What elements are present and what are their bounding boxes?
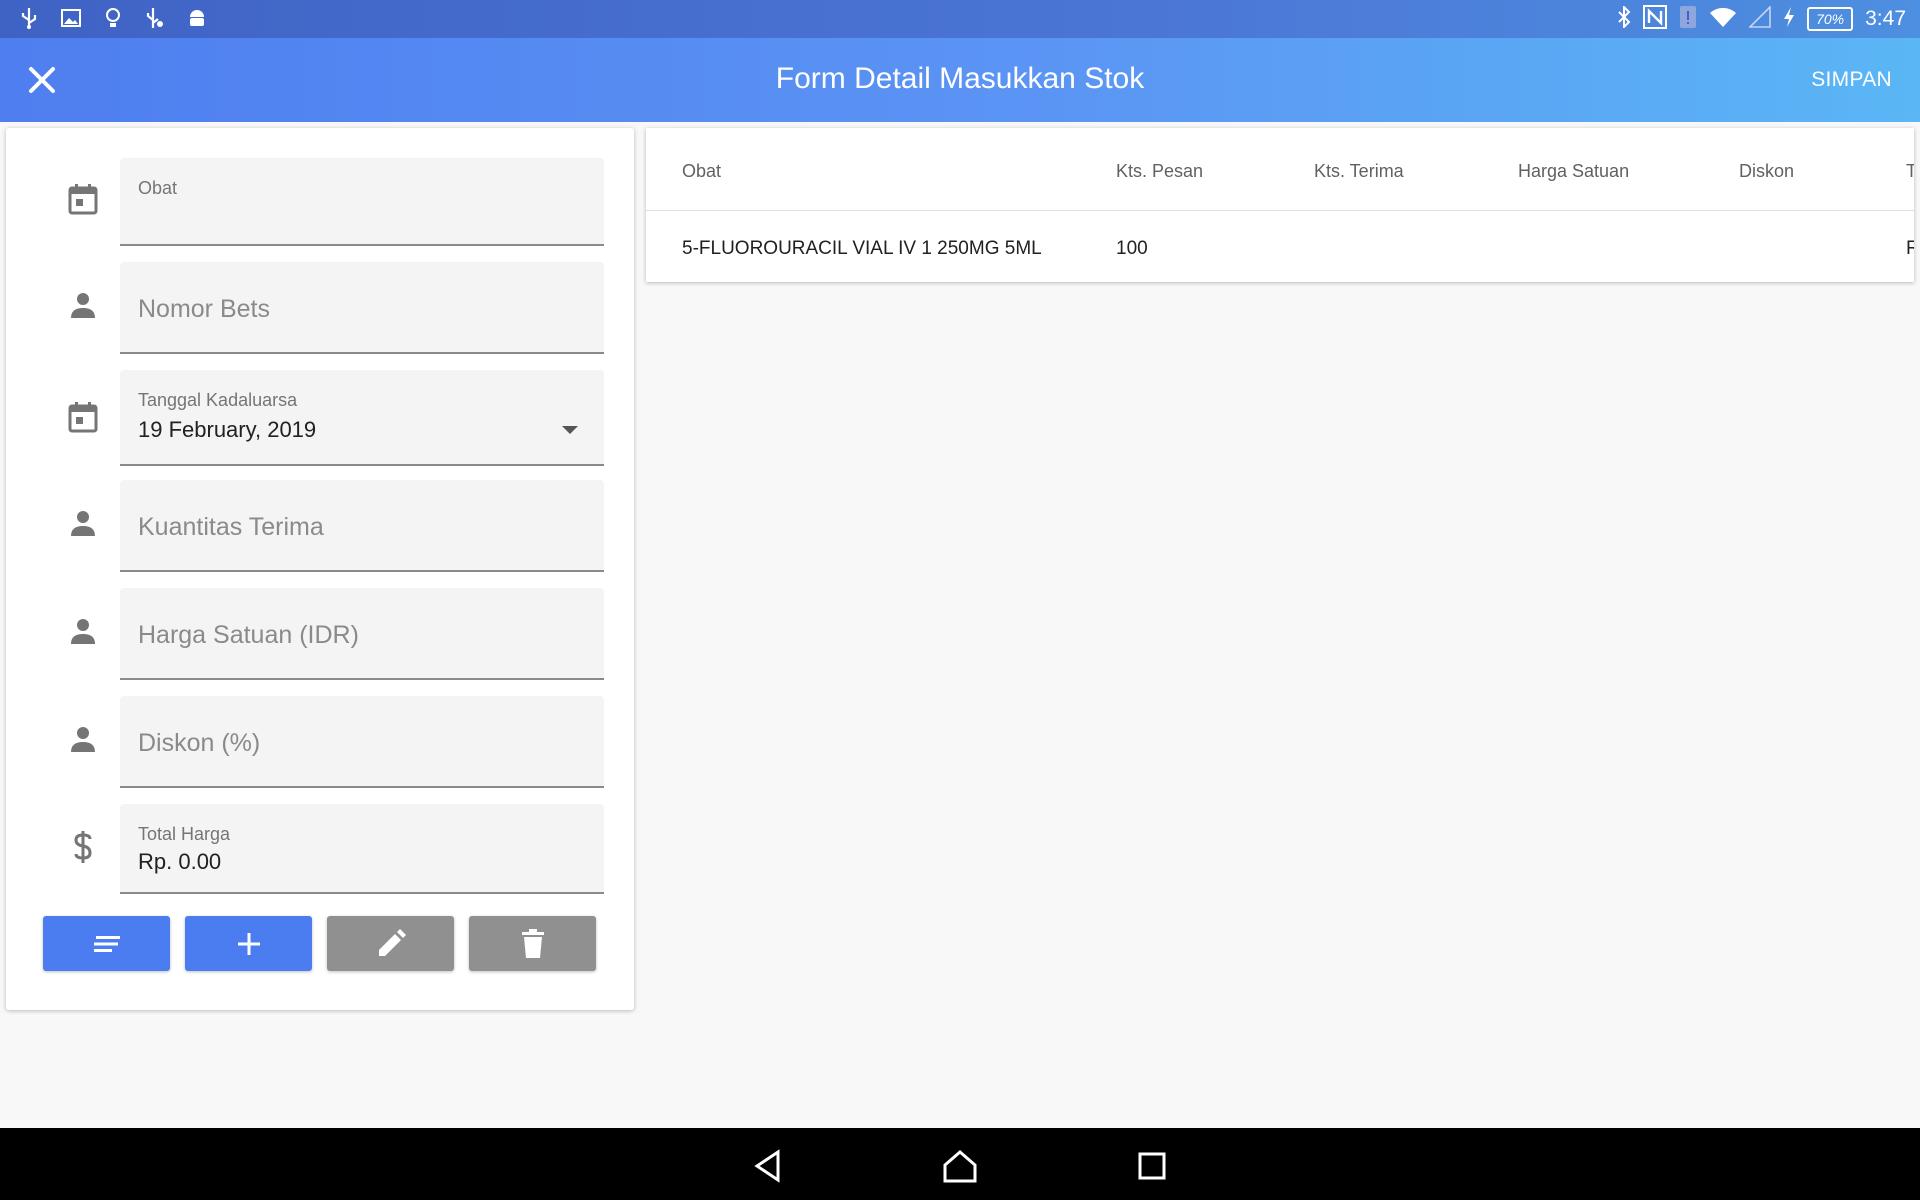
column-header-obat[interactable]: Obat — [682, 161, 721, 182]
diskon-input[interactable]: Diskon (%) — [120, 696, 604, 788]
bluetooth-icon — [1617, 4, 1631, 33]
clock: 3:47 — [1865, 7, 1906, 30]
tanggal-kadaluarsa-label: Tanggal Kadaluarsa — [138, 390, 298, 410]
list-button[interactable] — [43, 916, 170, 971]
dropdown-arrow-icon — [562, 426, 578, 434]
column-header-kts-terima[interactable]: Kts. Terima — [1314, 161, 1404, 182]
status-bar: 70% 3:47 — [0, 0, 1920, 38]
delete-icon — [521, 928, 544, 958]
recents-icon — [1138, 1152, 1166, 1180]
save-button[interactable]: SIMPAN — [1811, 68, 1892, 92]
obat-field[interactable]: Obat — [120, 158, 604, 246]
recents-button[interactable] — [1132, 1146, 1172, 1186]
obat-label: Obat — [138, 178, 178, 198]
column-header-kts-pesan[interactable]: Kts. Pesan — [1116, 161, 1203, 182]
edit-button[interactable] — [327, 916, 454, 971]
tanggal-kadaluarsa-dropdown[interactable]: Tanggal Kadaluarsa 19 February, 2019 — [120, 370, 604, 466]
nfc-icon — [1643, 4, 1668, 34]
column-header-diskon[interactable]: Diskon — [1739, 161, 1794, 182]
calendar-icon — [60, 176, 106, 222]
total-harga-label: Total Harga — [138, 824, 231, 844]
image-icon — [60, 6, 82, 30]
usb-debug-icon — [144, 6, 166, 30]
table-divider — [646, 210, 1914, 211]
add-button[interactable] — [185, 916, 312, 971]
nomor-bets-placeholder: Nomor Bets — [138, 295, 270, 323]
column-header-total[interactable]: T — [1906, 161, 1914, 182]
form-card: Obat Nomor Bets Tanggal Kadaluarsa 19 Fe… — [6, 128, 634, 1010]
delete-button[interactable] — [469, 916, 596, 971]
diskon-placeholder: Diskon (%) — [138, 729, 261, 757]
navigation-bar — [0, 1128, 1920, 1200]
home-button[interactable] — [940, 1146, 980, 1186]
back-icon — [754, 1149, 780, 1183]
total-harga-value: Rp. 0.00 — [138, 849, 222, 874]
list-icon — [93, 935, 120, 952]
calendar-icon — [60, 394, 106, 440]
alert-icon — [1679, 5, 1697, 34]
home-icon — [943, 1150, 977, 1183]
person-icon — [60, 716, 106, 762]
usb-icon — [18, 6, 40, 30]
edit-icon — [378, 928, 406, 956]
column-header-harga-satuan[interactable]: Harga Satuan — [1518, 161, 1629, 182]
page-title: Form Detail Masukkan Stok — [775, 62, 1145, 95]
cell-kts-pesan: 100 — [1116, 238, 1148, 259]
kuantitas-terima-placeholder: Kuantitas Terima — [138, 513, 324, 541]
battery-indicator: 70% — [1807, 7, 1854, 31]
harga-satuan-placeholder: Harga Satuan (IDR) — [138, 621, 359, 649]
signal-icon — [1748, 4, 1771, 33]
person-icon — [60, 608, 106, 654]
back-button[interactable] — [750, 1146, 790, 1186]
wifi-icon — [1709, 6, 1737, 33]
stock-table: Obat Kts. Pesan Kts. Terima Harga Satuan… — [646, 128, 1914, 282]
charging-icon — [1783, 6, 1795, 33]
person-icon — [60, 500, 106, 546]
total-harga-field: Total Harga Rp. 0.00 — [120, 804, 604, 894]
app-bar: Form Detail Masukkan Stok SIMPAN — [0, 38, 1920, 122]
dollar-icon — [60, 824, 106, 870]
add-icon — [237, 932, 260, 955]
cell-obat: 5-FLUOROURACIL VIAL IV 1 250MG 5ML — [682, 238, 1042, 259]
kuantitas-terima-input[interactable]: Kuantitas Terima — [120, 480, 604, 572]
person-icon — [60, 282, 106, 328]
tanggal-kadaluarsa-value: 19 February, 2019 — [138, 417, 317, 442]
nomor-bets-input[interactable]: Nomor Bets — [120, 262, 604, 354]
cell-total: R — [1906, 238, 1914, 259]
lightbulb-icon — [102, 6, 124, 30]
android-icon — [186, 6, 208, 30]
harga-satuan-input[interactable]: Harga Satuan (IDR) — [120, 588, 604, 680]
